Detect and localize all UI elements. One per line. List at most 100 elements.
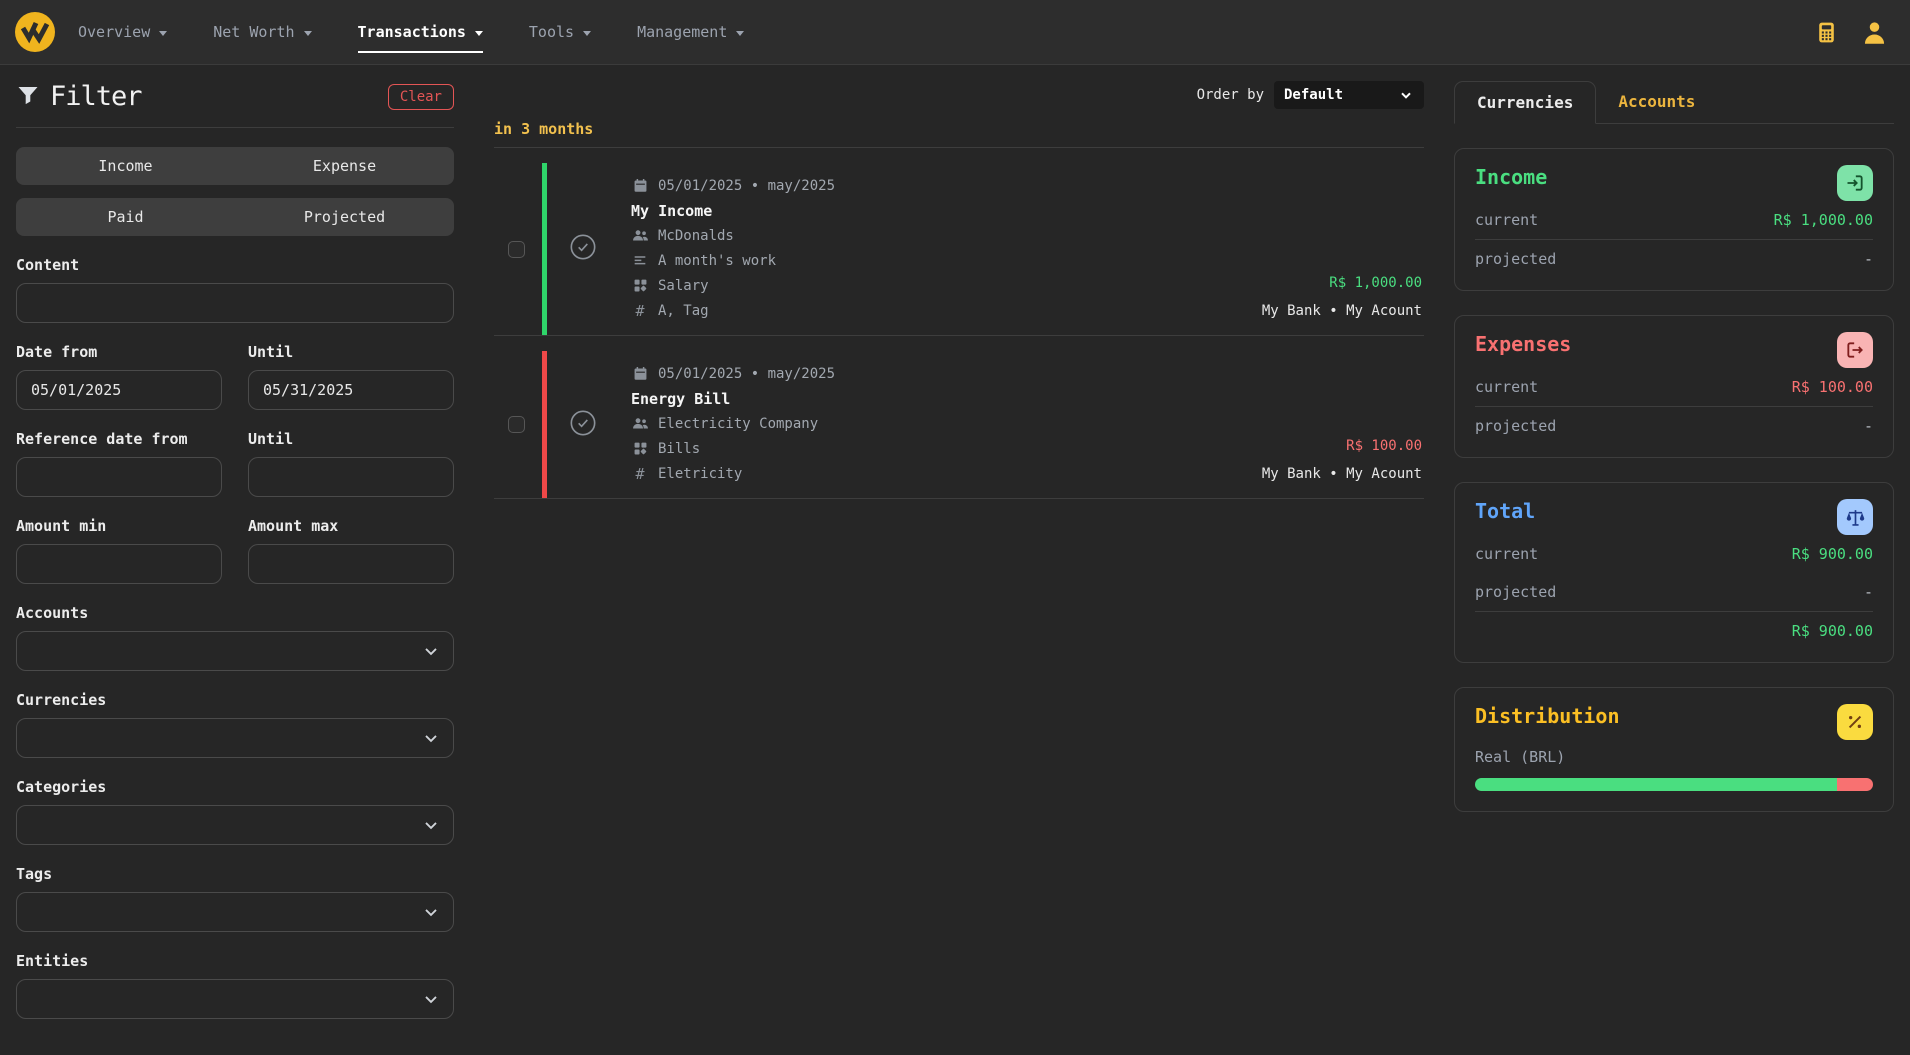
expense-share-bar [1837,778,1873,791]
user-icon[interactable] [1861,19,1888,46]
amount-max-label: Amount max [248,517,454,535]
expenses-card-title: Expenses [1475,332,1571,356]
content-label: Content [16,256,454,274]
transaction-tags: # A, Tag [631,298,1262,323]
transaction-entity: Electricity Company [631,411,1262,436]
calculator-icon[interactable] [1814,20,1839,45]
expenses-card: Expenses current R$ 100.00 projected - [1454,315,1894,458]
chevron-down-icon [421,815,441,835]
transaction-account: My Bank • My Acount [1262,461,1422,486]
category-shapes-icon [631,441,649,456]
logout-arrow-icon[interactable] [1837,332,1873,368]
hash-icon: # [631,465,649,483]
chevron-down-icon [421,728,441,748]
users-icon [631,227,649,244]
income-share-bar [1475,778,1837,791]
total-current-row: current R$ 900.00 [1475,535,1873,573]
reference-date-until-label: Until [248,430,454,448]
nav-item-label: Net Worth [213,23,294,41]
transactions-list: Order by Default in 3 months [470,65,1454,1055]
entities-select[interactable] [16,979,454,1019]
nav-item-management[interactable]: Management [637,0,744,64]
entities-label: Entities [16,952,454,970]
currencies-select[interactable] [16,718,454,758]
income-toggle-button[interactable]: Income [16,147,235,185]
category-shapes-icon [631,278,649,293]
date-from-label: Date from [16,343,222,361]
nav-item-transactions[interactable]: Transactions [358,0,483,64]
tags-label: Tags [16,865,454,883]
reference-date-from-input[interactable] [16,457,222,497]
clear-filter-button[interactable]: Clear [388,84,454,110]
transaction-checkbox[interactable] [508,416,525,433]
accounts-select[interactable] [16,631,454,671]
summary-tabs: Currencies Accounts [1454,81,1894,124]
transaction-category: Bills [631,436,1262,461]
order-by-value: Default [1284,87,1343,103]
income-current-row: current R$ 1,000.00 [1475,201,1873,240]
transaction-title: My Income [631,198,1262,223]
status-toggle: Paid Projected [16,198,454,236]
accounts-label: Accounts [16,604,454,622]
transaction-checkbox[interactable] [508,241,525,258]
transaction-amount: R$ 100.00 [1346,433,1422,458]
transaction-row[interactable]: 05/01/2025 • may/2025 My Income McDonald… [494,163,1424,336]
calendar-icon [631,366,649,381]
expenses-projected-row: projected - [1475,407,1873,445]
date-until-input[interactable] [248,370,454,410]
reference-date-from-label: Reference date from [16,430,222,448]
content-input[interactable] [16,283,454,323]
filter-funnel-icon [16,83,40,111]
nav-item-net-worth[interactable]: Net Worth [213,0,311,64]
chevron-down-icon [421,902,441,922]
chevron-down-icon [475,31,483,36]
scales-icon[interactable] [1837,499,1873,535]
categories-select[interactable] [16,805,454,845]
nav-menu: Overview Net Worth Transactions Tools Ma… [78,0,744,64]
currencies-label: Currencies [16,691,454,709]
income-projected-row: projected - [1475,240,1873,278]
transaction-date: 05/01/2025 • may/2025 [631,173,1262,198]
total-sum-row: R$ 900.00 [1475,611,1873,650]
projected-toggle-button[interactable]: Projected [235,198,454,236]
categories-label: Categories [16,778,454,796]
paid-check-circle-icon[interactable] [569,233,597,265]
app-logo[interactable] [14,11,56,53]
divider [16,127,454,128]
order-by-select[interactable]: Default [1274,81,1424,109]
nav-item-label: Management [637,23,727,41]
amount-max-input[interactable] [248,544,454,584]
paid-toggle-button[interactable]: Paid [16,198,235,236]
reference-date-until-input[interactable] [248,457,454,497]
filter-title: Filter [50,81,142,112]
date-until-label: Until [248,343,454,361]
tab-accounts[interactable]: Accounts [1596,81,1717,124]
nav-item-tools[interactable]: Tools [529,0,591,64]
expense-toggle-button[interactable]: Expense [235,147,454,185]
transaction-account: My Bank • My Acount [1262,298,1422,323]
chevron-down-icon [736,31,744,36]
amount-min-input[interactable] [16,544,222,584]
filter-panel: Filter Clear Income Expense Paid Project… [0,65,470,1055]
paid-check-circle-icon[interactable] [569,409,597,441]
nav-item-label: Tools [529,23,574,41]
login-arrow-icon[interactable] [1837,165,1873,201]
transaction-row[interactable]: 05/01/2025 • may/2025 Energy Bill Electr… [494,351,1424,499]
order-by-label: Order by [1197,87,1264,103]
tab-currencies[interactable]: Currencies [1454,81,1596,124]
description-lines-icon [631,253,649,269]
transaction-description: A month's work [631,248,1262,273]
distribution-progress-bar [1475,778,1873,791]
tags-select[interactable] [16,892,454,932]
summary-panel: Currencies Accounts Income current R$ 1,… [1454,65,1910,1055]
transaction-amount: R$ 1,000.00 [1329,270,1422,295]
date-from-input[interactable] [16,370,222,410]
transaction-title: Energy Bill [631,386,1262,411]
transaction-tags: # Eletricity [631,461,1262,486]
percent-icon[interactable] [1837,704,1873,740]
users-icon [631,415,649,432]
chevron-down-icon [583,31,591,36]
distribution-card: Distribution Real (BRL) [1454,687,1894,812]
nav-item-overview[interactable]: Overview [78,0,167,64]
type-toggle: Income Expense [16,147,454,185]
